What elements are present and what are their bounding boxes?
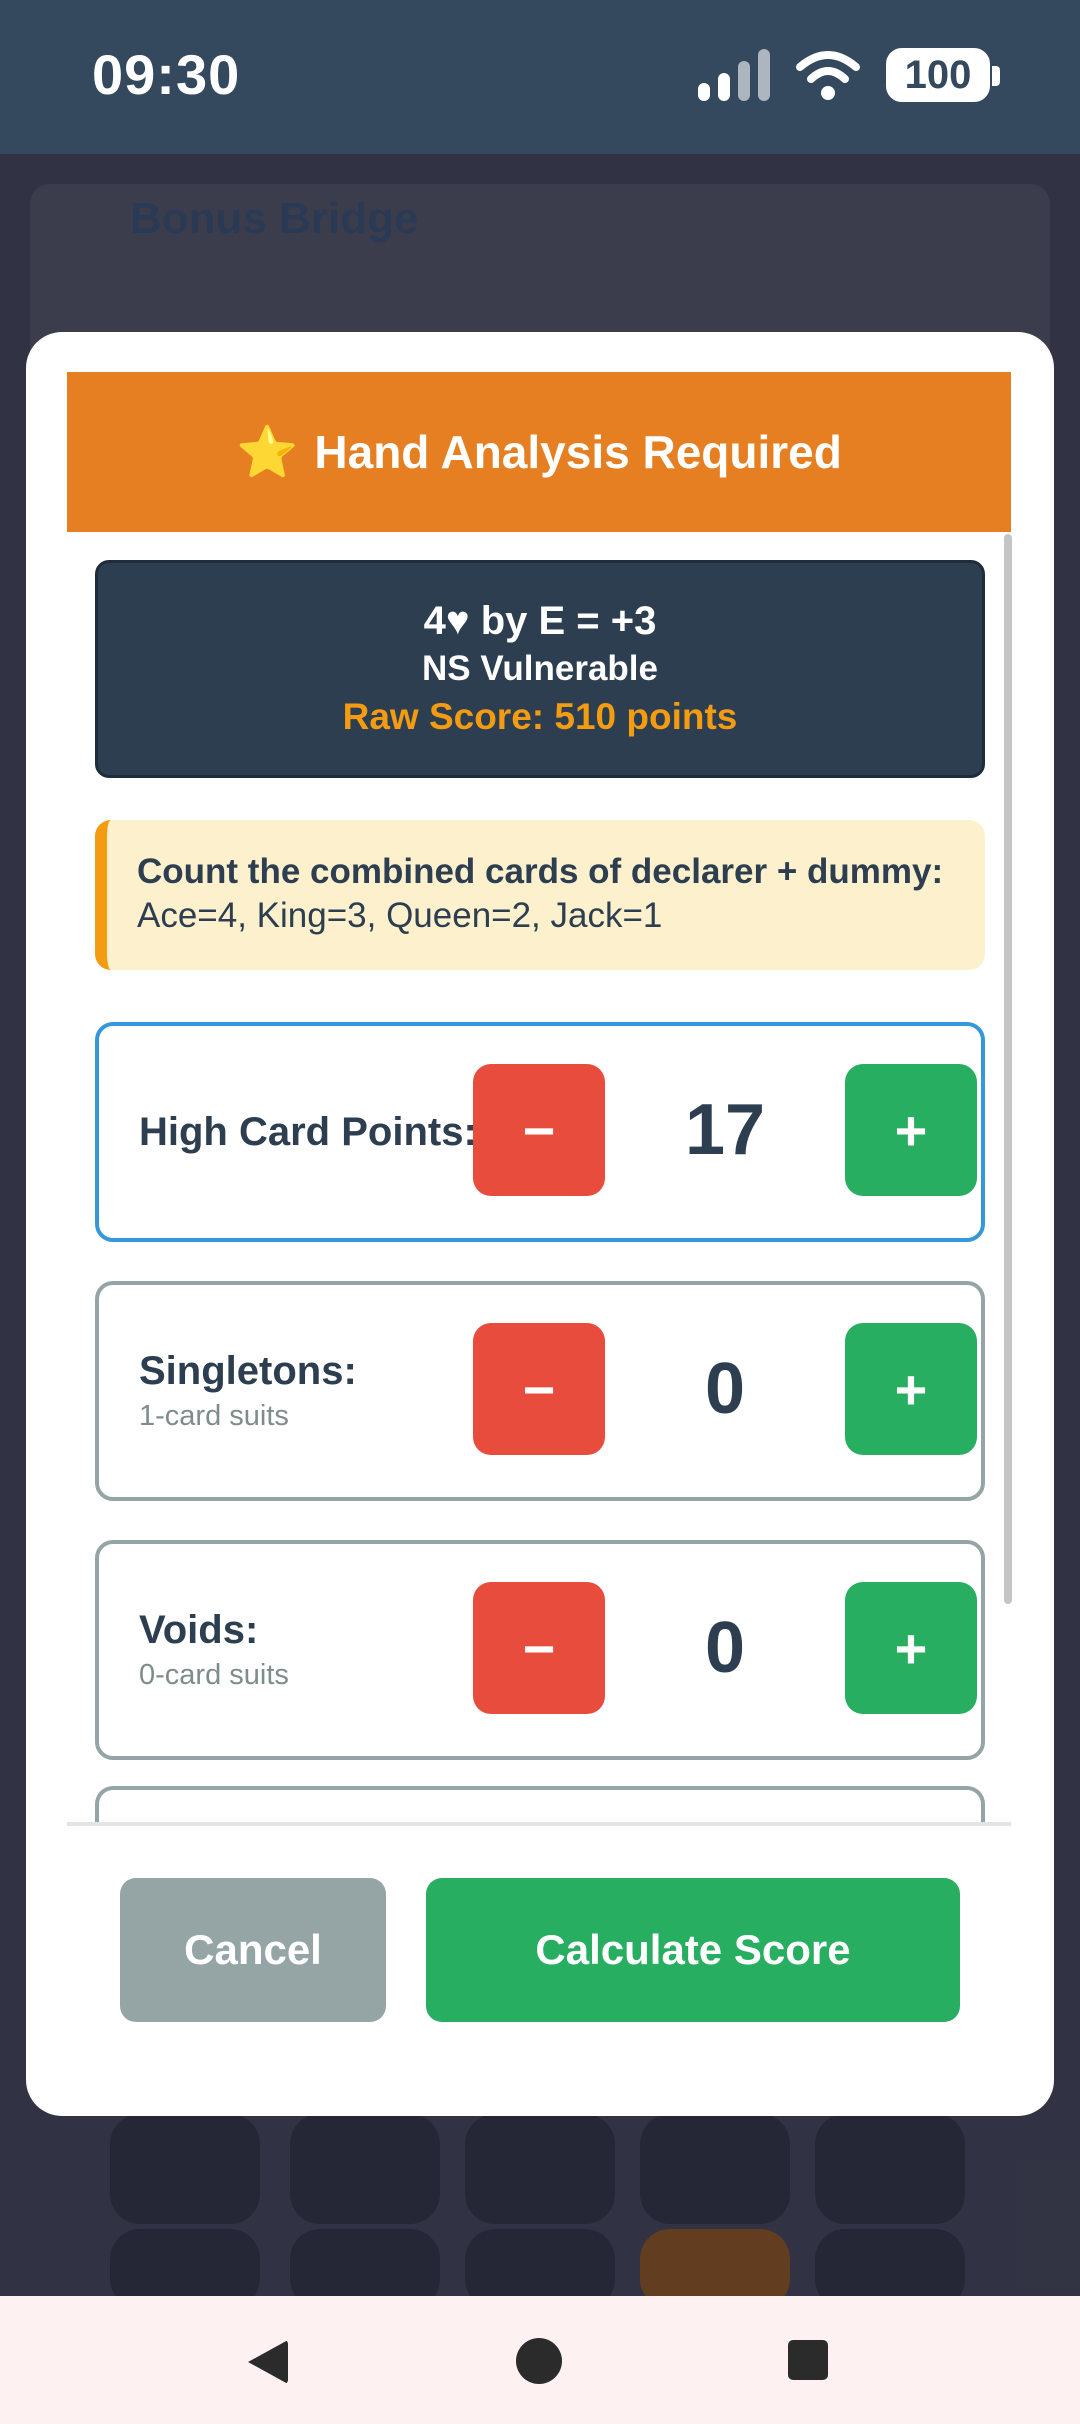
home-icon[interactable]: [516, 2338, 562, 2384]
instruction-box: Count the combined cards of declarer + d…: [95, 820, 985, 970]
counter-name: Voids:: [139, 1608, 259, 1652]
counter-label: High Card Points:: [139, 1026, 477, 1238]
counter-name: High Card Points:: [139, 1110, 477, 1154]
status-icons: 100: [698, 48, 1000, 102]
recent-apps-icon[interactable]: [788, 2340, 828, 2380]
next-counter-peek: [95, 1786, 985, 1822]
voids-value: 0: [704, 1608, 746, 1688]
hcp-counter: High Card Points: − 17 +: [95, 1022, 985, 1242]
counter-subtitle: 1-card suits: [139, 1400, 289, 1432]
singletons-increment-button[interactable]: +: [845, 1323, 977, 1455]
status-time: 09:30: [92, 43, 241, 106]
hcp-increment-button[interactable]: +: [845, 1064, 977, 1196]
singletons-value: 0: [704, 1349, 746, 1429]
cancel-button[interactable]: Cancel: [120, 1878, 386, 2022]
modal-title: Hand Analysis Required: [314, 426, 842, 478]
modal-body[interactable]: 4♥ by E = +3 NS Vulnerable Raw Score: 51…: [67, 532, 1011, 1822]
hand-analysis-modal: ⭐ Hand Analysis Required 4♥ by E = +3 NS…: [26, 332, 1054, 2116]
modal-scrollbar[interactable]: [1004, 534, 1012, 1604]
counter-subtitle: 0-card suits: [139, 1659, 289, 1691]
singletons-decrement-button[interactable]: −: [473, 1323, 605, 1455]
navigation-bar: [0, 2296, 1080, 2424]
voids-counter: Voids: 0-card suits − 0 +: [95, 1540, 985, 1760]
modal-header: ⭐ Hand Analysis Required: [67, 372, 1011, 532]
hcp-decrement-button[interactable]: −: [473, 1064, 605, 1196]
raw-score-text: Raw Score: 510 points: [342, 696, 738, 737]
instruction-title: Count the combined cards of declarer + d…: [137, 852, 944, 891]
voids-increment-button[interactable]: +: [845, 1582, 977, 1714]
contract-summary: 4♥ by E = +3 NS Vulnerable Raw Score: 51…: [95, 560, 985, 778]
contract-line: 4♥ by E = +3: [423, 599, 657, 643]
instruction-text: Ace=4, King=3, Queen=2, Jack=1: [137, 896, 663, 935]
battery-icon: 100: [886, 48, 1000, 102]
status-bar: 09:30 100: [0, 0, 1080, 154]
hcp-value: 17: [684, 1090, 766, 1170]
calculate-score-button[interactable]: Calculate Score: [426, 1878, 960, 2022]
counter-label: Voids: 0-card suits: [139, 1544, 289, 1756]
footer-divider: [67, 1822, 1011, 1826]
star-icon: ⭐: [236, 423, 299, 480]
voids-decrement-button[interactable]: −: [473, 1582, 605, 1714]
vulnerability-text: NS Vulnerable: [422, 649, 658, 688]
back-icon[interactable]: [248, 2340, 288, 2384]
counter-name: Singletons:: [139, 1349, 357, 1393]
wifi-icon: [796, 51, 860, 100]
signal-icon: [698, 49, 770, 101]
singletons-counter: Singletons: 1-card suits − 0 +: [95, 1281, 985, 1501]
counter-label: Singletons: 1-card suits: [139, 1285, 357, 1497]
